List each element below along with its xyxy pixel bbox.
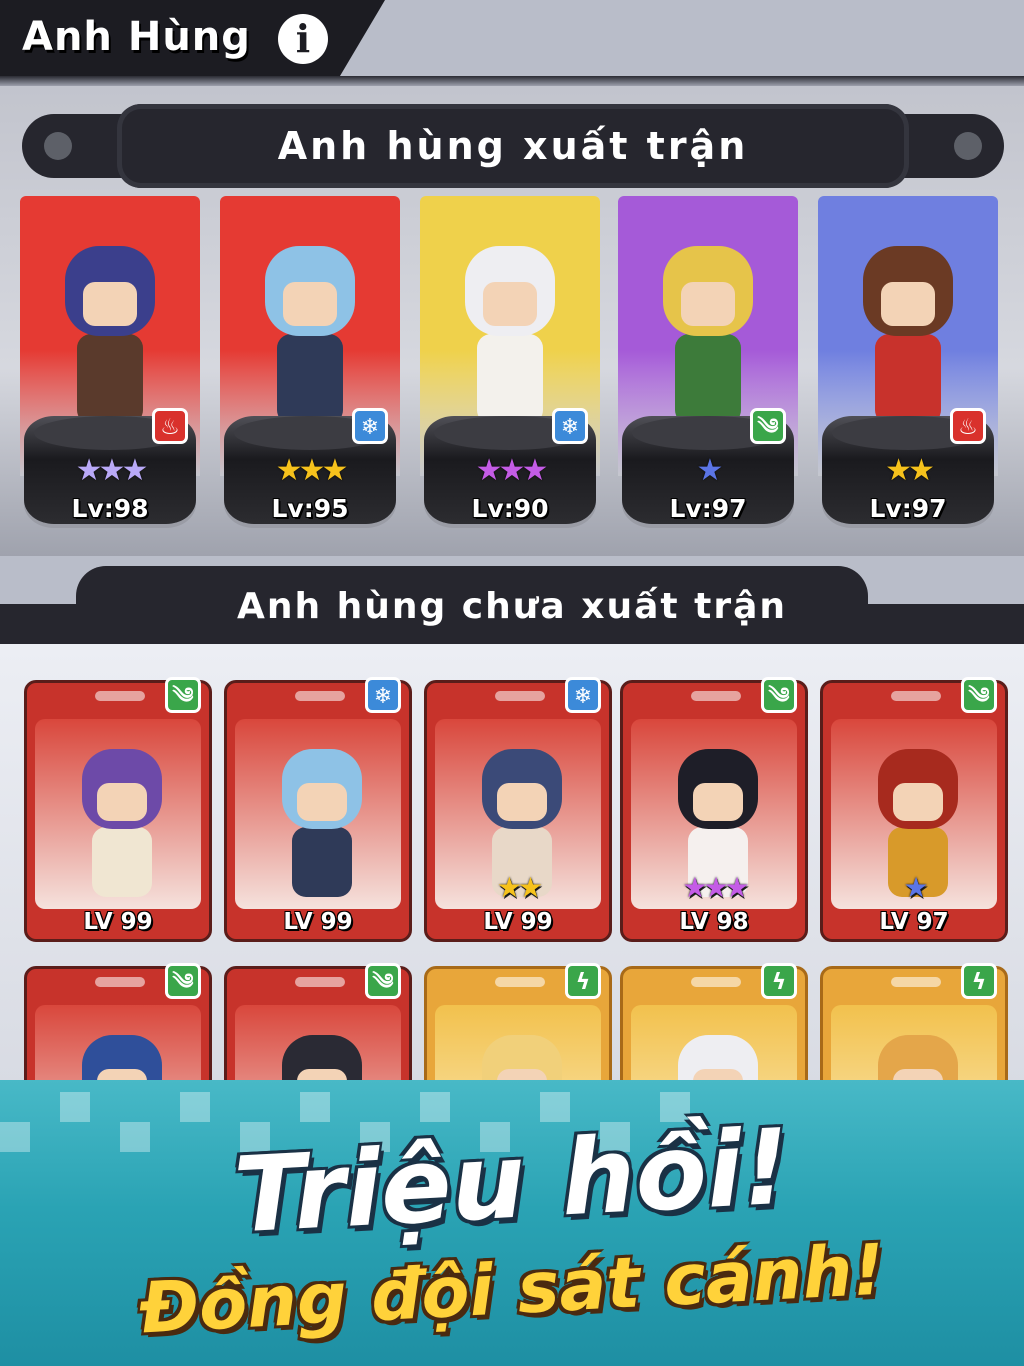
hero-face: [483, 282, 537, 326]
ice-element-icon: ❄: [365, 677, 401, 713]
star-rating: ★★★: [682, 871, 749, 904]
card-hanger: [95, 977, 145, 987]
wind-element-icon: ༄: [365, 963, 401, 999]
hero-card-1[interactable]: ༄ LV 99: [24, 677, 212, 942]
ice-element-icon: ❄: [565, 677, 601, 713]
header-divider: [0, 76, 1024, 86]
ice-element-icon: ❄: [552, 408, 588, 444]
hero-level-label: Lv:97: [869, 494, 947, 523]
hero-level-label: Lv:90: [471, 494, 549, 523]
hero-level-label: Lv:95: [271, 494, 349, 523]
hero-slot-3[interactable]: ❄ ★★★ Lv:90: [420, 196, 600, 536]
deployed-banner: Anh hùng xuất trận: [22, 104, 1004, 188]
hero-level-label: LV 99: [483, 909, 553, 935]
star-rating: ★★★: [275, 453, 349, 488]
hero-body: [292, 827, 352, 897]
card-hanger: [495, 691, 545, 701]
wind-element-icon: ༄: [165, 963, 201, 999]
card-hanger: [891, 691, 941, 701]
card-hanger: [295, 977, 345, 987]
info-icon[interactable]: i: [278, 14, 328, 64]
hero-face: [693, 783, 743, 821]
promo-banner: Triệu hồi! Đồng đội sát cánh!: [0, 1080, 1024, 1366]
star-rating: ★★: [496, 871, 543, 904]
hero-portrait: [77, 749, 167, 899]
hero-level-label: Lv:97: [669, 494, 747, 523]
hero-card-2[interactable]: ❄ LV 99: [224, 677, 412, 942]
hero-face: [497, 783, 547, 821]
hero-card-4[interactable]: ༄ ★★★ LV 98: [620, 677, 808, 942]
fire-element-icon: ♨: [152, 408, 188, 444]
hero-face: [283, 282, 337, 326]
hero-body: [477, 334, 543, 424]
hero-card-5[interactable]: ༄ ★ LV 97: [820, 677, 1008, 942]
star-rating: ★★★: [75, 453, 149, 488]
hero-face: [297, 783, 347, 821]
card-portrait-frame: [35, 719, 201, 909]
hero-body: [92, 827, 152, 897]
hero-slot-1[interactable]: ♨ ★★★ Lv:98: [20, 196, 200, 536]
card-hanger: [295, 691, 345, 701]
card-portrait-frame: [235, 719, 401, 909]
star-rating: ★: [903, 871, 928, 904]
hero-body: [675, 334, 741, 424]
card-hanger: [691, 691, 741, 701]
star-rating: ★★★: [475, 453, 549, 488]
card-hanger: [95, 691, 145, 701]
hero-portrait: [277, 749, 367, 899]
hero-face: [97, 783, 147, 821]
card-hanger: [495, 977, 545, 987]
card-hanger: [691, 977, 741, 987]
hero-slot-5[interactable]: ♨ ★★ Lv:97: [818, 196, 998, 536]
card-hanger: [891, 977, 941, 987]
hero-level-label: LV 98: [679, 909, 749, 935]
lightning-element-icon: ϟ: [565, 963, 601, 999]
checker-tile: [60, 1092, 90, 1122]
hero-body: [875, 334, 941, 424]
hero-card-3[interactable]: ❄ ★★ LV 99: [424, 677, 612, 942]
hero-slot-2[interactable]: ❄ ★★★ Lv:95: [220, 196, 400, 536]
wind-element-icon: ༄: [761, 677, 797, 713]
checker-tile: [420, 1092, 450, 1122]
wind-element-icon: ༄: [165, 677, 201, 713]
wind-element-icon: ༄: [750, 408, 786, 444]
hero-level-label: Lv:98: [71, 494, 149, 523]
checker-tile: [300, 1092, 330, 1122]
hero-face: [681, 282, 735, 326]
hero-face: [881, 282, 935, 326]
hero-level-label: LV 99: [283, 909, 353, 935]
hero-body: [77, 334, 143, 424]
hero-level-label: LV 99: [83, 909, 153, 935]
lightning-element-icon: ϟ: [761, 963, 797, 999]
banner-dot-icon: [954, 132, 982, 160]
star-rating: ★★: [885, 453, 935, 488]
hero-body: [277, 334, 343, 424]
lightning-element-icon: ϟ: [961, 963, 997, 999]
hero-level-label: LV 97: [879, 909, 949, 935]
hero-face: [83, 282, 137, 326]
star-rating: ★: [696, 453, 724, 488]
wind-element-icon: ༄: [961, 677, 997, 713]
reserve-title: Anh hùng chưa xuất trận: [236, 586, 788, 627]
banner-dot-icon: [44, 132, 72, 160]
deployed-title: Anh hùng xuất trận: [277, 124, 749, 168]
banner-plate: Anh hùng xuất trận: [117, 104, 909, 188]
checker-tile: [180, 1092, 210, 1122]
fire-element-icon: ♨: [950, 408, 986, 444]
hero-face: [893, 783, 943, 821]
hero-slot-4[interactable]: ༄ ★ Lv:97: [618, 196, 798, 536]
ice-element-icon: ❄: [352, 408, 388, 444]
page-title: Anh Hùng: [22, 14, 251, 60]
